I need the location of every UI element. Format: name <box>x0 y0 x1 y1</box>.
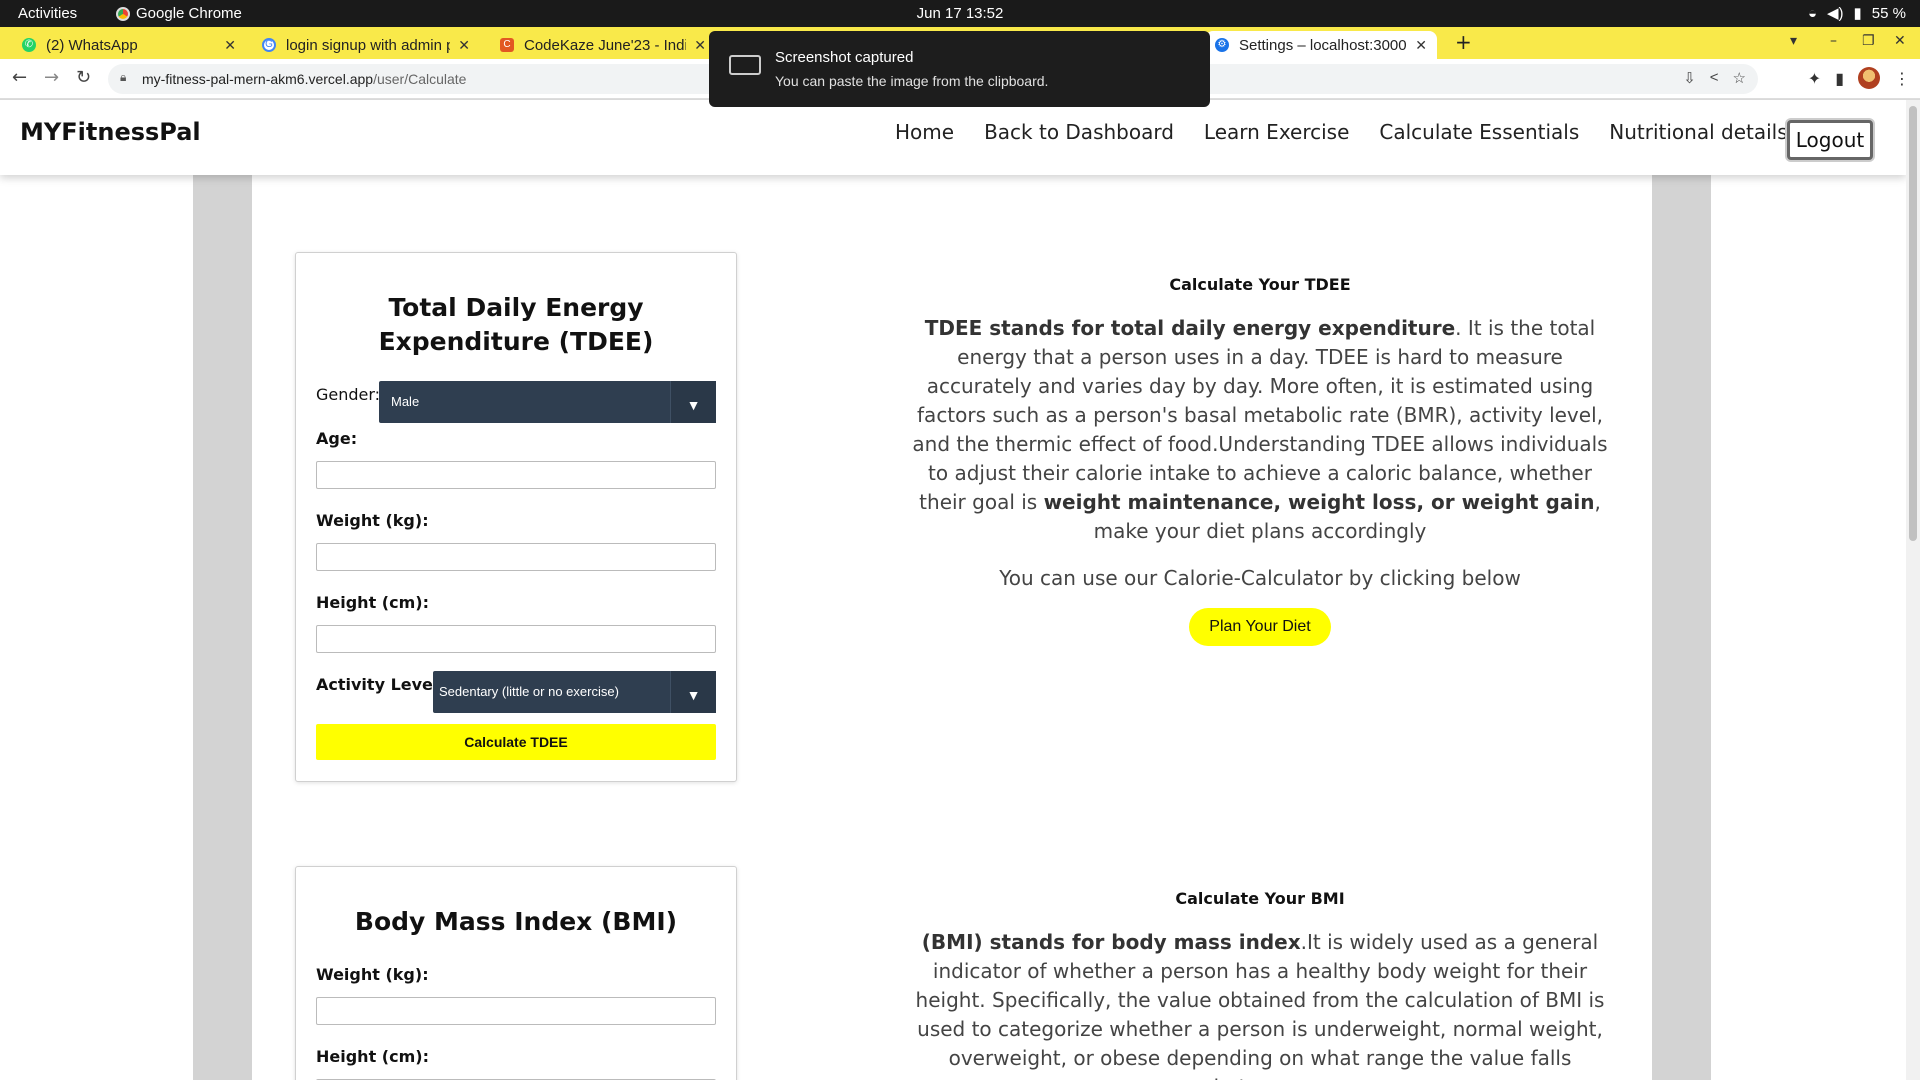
bmi-info-heading: Calculate Your BMI <box>1175 889 1345 908</box>
tdee-form-card: Total Daily Energy Expenditure (TDEE) Ge… <box>295 252 737 782</box>
gender-select[interactable]: Male ▼ <box>379 381 716 423</box>
tab-title: (2) WhatsApp <box>46 36 138 54</box>
chevron-down-icon: ▼ <box>670 381 716 423</box>
gear-icon: ⚙ <box>1215 38 1229 52</box>
page-scrollbar[interactable] <box>1906 100 1920 1080</box>
page-viewport: MYFitnessPal Home Back to Dashboard Lear… <box>0 100 1906 1080</box>
tab-login-signup[interactable]: G login signup with admin p ✕ <box>252 31 480 59</box>
age-input[interactable] <box>316 461 716 489</box>
omnibox-actions: ⇩ < ☆ <box>1683 69 1746 87</box>
screenshot-notification[interactable]: Screenshot captured You can paste the im… <box>709 31 1210 107</box>
tab-search-icon[interactable]: ▾ <box>1790 33 1797 49</box>
bmi-info-text: (BMI) stands for body mass index.It is w… <box>905 928 1615 1080</box>
bmi-info: Calculate Your BMI (BMI) stands for body… <box>905 889 1615 1080</box>
close-icon[interactable]: ✕ <box>458 37 470 54</box>
height-label: Height (cm): <box>316 593 429 612</box>
forward-icon[interactable]: → <box>44 67 59 88</box>
logout-button[interactable]: Logout <box>1787 120 1873 160</box>
weight-label: Weight (kg): <box>316 511 429 530</box>
bmi-weight-input[interactable] <box>316 997 716 1025</box>
app-name: Google Chrome <box>136 5 242 22</box>
age-label: Age: <box>316 429 358 448</box>
codekaze-icon: C <box>500 38 514 52</box>
close-icon[interactable]: ✕ <box>694 37 706 54</box>
nav-calculate-essentials[interactable]: Calculate Essentials <box>1379 120 1579 144</box>
bmi-bold-intro: (BMI) stands for body mass index <box>921 930 1301 954</box>
install-icon[interactable]: ⇩ <box>1683 69 1696 87</box>
whatsapp-icon: ✆ <box>22 38 36 52</box>
bmi-form-card: Body Mass Index (BMI) Weight (kg): Heigh… <box>295 866 737 1080</box>
menu-icon[interactable]: ⋮ <box>1894 69 1910 88</box>
tdee-form-title: Total Daily Energy Expenditure (TDEE) <box>378 293 654 356</box>
side-panel-icon[interactable]: ▮ <box>1835 69 1844 88</box>
close-icon[interactable]: ✕ <box>1415 37 1427 54</box>
tdee-text-part1: . It is the total energy that a person u… <box>912 316 1608 514</box>
system-tray[interactable]: ◒ ◀) ▮ 55 % <box>1807 4 1906 23</box>
profile-avatar[interactable] <box>1858 67 1880 89</box>
scrollbar-thumb[interactable] <box>1909 106 1917 541</box>
tab-codekaze[interactable]: C CodeKaze June'23 - India' ✕ <box>490 31 716 59</box>
gender-selected-value: Male <box>391 394 420 409</box>
tab-title: login signup with admin p <box>286 36 451 54</box>
calculator-hint: You can use our Calorie-Calculator by cl… <box>999 566 1521 590</box>
plan-your-diet-button[interactable]: Plan Your Diet <box>1189 608 1331 646</box>
nav-learn-exercise[interactable]: Learn Exercise <box>1204 120 1349 144</box>
tab-title: Settings – localhost:3000 <box>1239 36 1407 54</box>
tdee-info: Calculate Your TDEE TDEE stands for tota… <box>905 275 1615 646</box>
tdee-info-heading: Calculate Your TDEE <box>1169 275 1351 294</box>
tab-title: CodeKaze June'23 - India' <box>524 36 687 54</box>
activity-level-select[interactable]: Sedentary (little or no exercise) ▼ <box>433 671 716 713</box>
bmi-form-title: Body Mass Index (BMI) <box>354 907 678 936</box>
google-icon: G <box>262 38 276 52</box>
site-navbar: MYFitnessPal Home Back to Dashboard Lear… <box>0 100 1906 175</box>
bmi-height-label: Height (cm): <box>316 1047 429 1066</box>
new-tab-button[interactable]: + <box>1455 30 1472 54</box>
volume-icon: ◀) <box>1827 5 1844 22</box>
brand-logo[interactable]: MYFitnessPal <box>20 118 201 146</box>
toolbar-right: ✦ ▮ ⋮ <box>1808 67 1910 89</box>
extensions-icon[interactable]: ✦ <box>1808 69 1821 88</box>
minimize-icon[interactable]: – <box>1830 33 1837 49</box>
bmi-weight-label: Weight (kg): <box>316 965 429 984</box>
gender-label: Gender: <box>316 385 381 404</box>
tdee-info-text: TDEE stands for total daily energy expen… <box>905 314 1615 546</box>
tdee-bold-goal: weight maintenance, weight loss, or weig… <box>1043 490 1595 514</box>
url-domain: my-fitness-pal-mern-akm6.vercel.app <box>142 71 374 87</box>
lock-icon[interactable]: 🔒︎ <box>120 70 126 85</box>
nav-nutritional-details[interactable]: Nutritional details <box>1609 120 1787 144</box>
activities-button[interactable]: Activities <box>18 5 77 22</box>
tdee-bold-intro: TDEE stands for total daily energy expen… <box>924 316 1456 340</box>
back-icon[interactable]: ← <box>12 67 27 88</box>
restore-icon[interactable]: ❐ <box>1862 33 1875 49</box>
url-text: my-fitness-pal-mern-akm6.vercel.app/user… <box>142 71 466 87</box>
nav-links: Home Back to Dashboard Learn Exercise Ca… <box>895 120 1788 144</box>
notification-message: You can paste the image from the clipboa… <box>775 73 1049 89</box>
battery-percent: 55 % <box>1871 4 1906 22</box>
weight-input[interactable] <box>316 543 716 571</box>
activity-level-label: Activity Level: <box>316 675 445 694</box>
close-icon[interactable]: ✕ <box>224 37 236 54</box>
close-window-icon[interactable]: ✕ <box>1894 33 1906 49</box>
activity-selected-value: Sedentary (little or no exercise) <box>439 684 619 699</box>
chevron-down-icon: ▼ <box>670 671 716 713</box>
os-top-bar: Activities Google Chrome Jun 17 13:52 ◒ … <box>0 0 1920 27</box>
screenshot-icon <box>729 55 761 75</box>
bookmark-star-icon[interactable]: ☆ <box>1733 69 1746 87</box>
tab-settings[interactable]: ⚙ Settings – localhost:3000 ✕ <box>1205 31 1437 59</box>
share-icon[interactable]: < <box>1710 69 1719 87</box>
height-input[interactable] <box>316 625 716 653</box>
app-menu[interactable]: Google Chrome <box>116 5 242 22</box>
notification-title: Screenshot captured <box>775 49 914 66</box>
reload-icon[interactable]: ↻ <box>76 67 91 88</box>
clock[interactable]: Jun 17 13:52 <box>0 5 1920 22</box>
url-path: /user/Calculate <box>373 71 467 87</box>
nav-home[interactable]: Home <box>895 120 954 144</box>
wifi-icon: ◒ <box>1807 4 1817 22</box>
battery-icon: ▮ <box>1853 5 1862 22</box>
chrome-icon <box>116 6 130 21</box>
tab-whatsapp[interactable]: ✆ (2) WhatsApp ✕ <box>12 31 246 59</box>
calculate-tdee-button[interactable]: Calculate TDEE <box>316 724 716 760</box>
nav-back-to-dashboard[interactable]: Back to Dashboard <box>984 120 1174 144</box>
